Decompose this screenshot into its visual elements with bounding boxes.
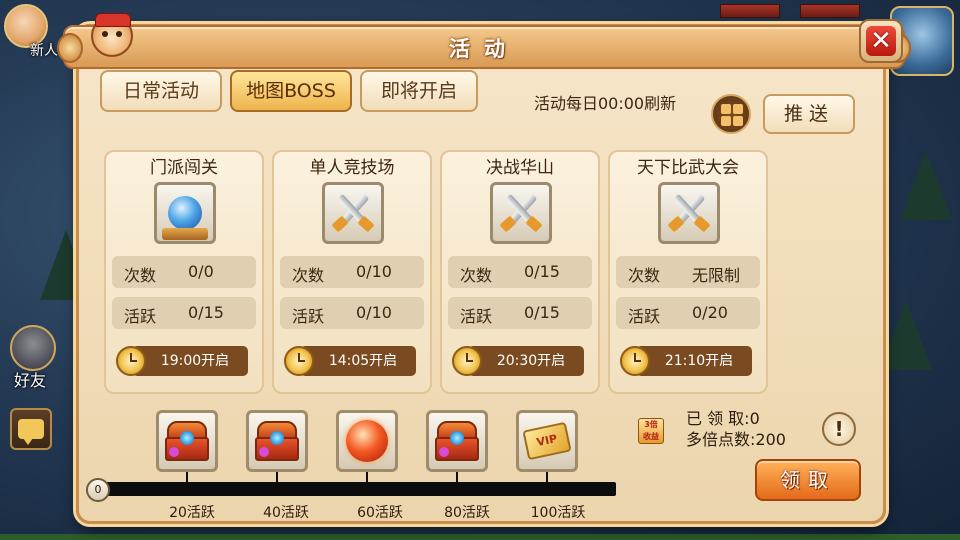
bottom-strip xyxy=(0,534,960,540)
clock-icon xyxy=(116,346,146,376)
treasure-chest-icon xyxy=(435,421,479,461)
crystal-orb-icon xyxy=(154,182,216,244)
activity-row: 活跃 0/15 xyxy=(112,297,256,329)
reward-chest-20[interactable] xyxy=(156,410,218,472)
hp-bar xyxy=(720,4,780,18)
grid-icon xyxy=(721,104,731,114)
milestone-label: 100活跃 xyxy=(530,505,586,521)
panel-title: 活动 xyxy=(449,37,519,61)
count-row: 次数 0/15 xyxy=(448,256,592,288)
activity-row: 活跃 0/15 xyxy=(448,297,592,329)
count-row: 次数 无限制 xyxy=(616,256,760,288)
reward-vip-100[interactable]: VIP xyxy=(516,410,578,472)
activity-card-sect-challenge[interactable]: 门派闯关 次数 0/0 活跃 0/15 19:00开启 xyxy=(104,150,264,394)
crossed-swords-icon xyxy=(490,182,552,244)
crossed-swords-icon xyxy=(322,182,384,244)
count-row: 次数 0/0 xyxy=(112,256,256,288)
push-button[interactable]: 推送 xyxy=(763,94,855,134)
vip-card-icon: VIP xyxy=(522,421,572,461)
card-title: 单人竞技场 xyxy=(309,158,395,178)
activity-progress-bar xyxy=(92,482,616,496)
activity-label: 活跃 xyxy=(628,307,661,326)
left-hud: 新人 好友 xyxy=(0,0,80,540)
chat-icon xyxy=(18,419,44,445)
open-time: 19:00开启 xyxy=(132,346,248,376)
milestone-label: 80活跃 xyxy=(444,505,490,521)
activity-row: 活跃 0/20 xyxy=(616,297,760,329)
multiplier-points-text: 多倍点数:200 xyxy=(686,430,786,449)
claimed-text: 已 领 取:0 xyxy=(686,409,760,428)
count-label: 次数 xyxy=(460,266,493,285)
count-value: 0/10 xyxy=(356,262,392,281)
claim-info: 已 领 取:0 多倍点数:200 xyxy=(686,408,786,450)
treasure-chest-icon xyxy=(165,421,209,461)
monkey-king-icon xyxy=(91,13,133,57)
tab-map-boss[interactable]: 地图BOSS xyxy=(230,70,352,112)
reward-orb-60[interactable] xyxy=(336,410,398,472)
count-label: 次数 xyxy=(124,266,157,285)
card-title: 天下比武大会 xyxy=(637,158,739,178)
activity-card-huashan-battle[interactable]: 决战华山 次数 0/15 活跃 0/15 20:30开启 xyxy=(440,150,600,394)
tab-daily-activity[interactable]: 日常活动 xyxy=(100,70,222,112)
tab-coming-soon[interactable]: 即将开启 xyxy=(360,70,478,112)
milestone-label: 20活跃 xyxy=(169,505,215,521)
count-value: 无限制 xyxy=(692,266,741,285)
refresh-notice: 活动每日00:00刷新 xyxy=(534,94,677,113)
count-label: 次数 xyxy=(628,266,661,285)
close-icon: ✕ xyxy=(866,26,896,56)
friend-label: 好友 xyxy=(14,371,47,390)
fire-orb-icon xyxy=(346,420,388,462)
open-time: 21:10开启 xyxy=(636,346,752,376)
friend-icon[interactable] xyxy=(10,325,56,371)
activity-value: 0/15 xyxy=(524,303,560,322)
activity-label: 活跃 xyxy=(124,307,157,326)
activity-card-solo-arena[interactable]: 单人竞技场 次数 0/10 活跃 0/10 14:05开启 xyxy=(272,150,432,394)
current-activity-value: 0 xyxy=(86,478,110,502)
activity-value: 0/10 xyxy=(356,303,392,322)
card-title: 决战华山 xyxy=(486,158,554,178)
milestone-label: 60活跃 xyxy=(357,505,403,521)
claim-button[interactable]: 领取 xyxy=(755,459,861,501)
reward-chest-80[interactable] xyxy=(426,410,488,472)
activity-label: 活跃 xyxy=(460,307,493,326)
open-time: 14:05开启 xyxy=(300,346,416,376)
count-row: 次数 0/10 xyxy=(280,256,424,288)
count-value: 0/0 xyxy=(188,262,214,281)
info-button[interactable]: ! xyxy=(822,412,856,446)
activity-card-martial-tournament[interactable]: 天下比武大会 次数 无限制 活跃 0/20 21:10开启 xyxy=(608,150,768,394)
activity-row: 活跃 0/10 xyxy=(280,297,424,329)
activity-value: 0/15 xyxy=(188,303,224,322)
title-bar: 活动 xyxy=(57,25,911,69)
clock-icon xyxy=(284,346,314,376)
close-button[interactable]: ✕ xyxy=(859,19,903,63)
treasure-chest-icon xyxy=(255,421,299,461)
clock-icon xyxy=(452,346,482,376)
menu-grid-button[interactable] xyxy=(711,94,751,134)
crossed-swords-icon xyxy=(658,182,720,244)
activity-value: 0/20 xyxy=(692,303,728,322)
count-label: 次数 xyxy=(292,266,325,285)
newbie-label: 新人 xyxy=(30,43,58,59)
mp-bar xyxy=(800,4,860,18)
milestone-label: 40活跃 xyxy=(263,505,309,521)
activity-label: 活跃 xyxy=(292,307,325,326)
open-time: 20:30开启 xyxy=(468,346,584,376)
reward-chest-40[interactable] xyxy=(246,410,308,472)
multiplier-bonus-icon: 3倍 收益 xyxy=(638,418,664,444)
chat-button[interactable] xyxy=(10,408,52,450)
count-value: 0/15 xyxy=(524,262,560,281)
clock-icon xyxy=(620,346,650,376)
card-title: 门派闯关 xyxy=(150,158,218,178)
